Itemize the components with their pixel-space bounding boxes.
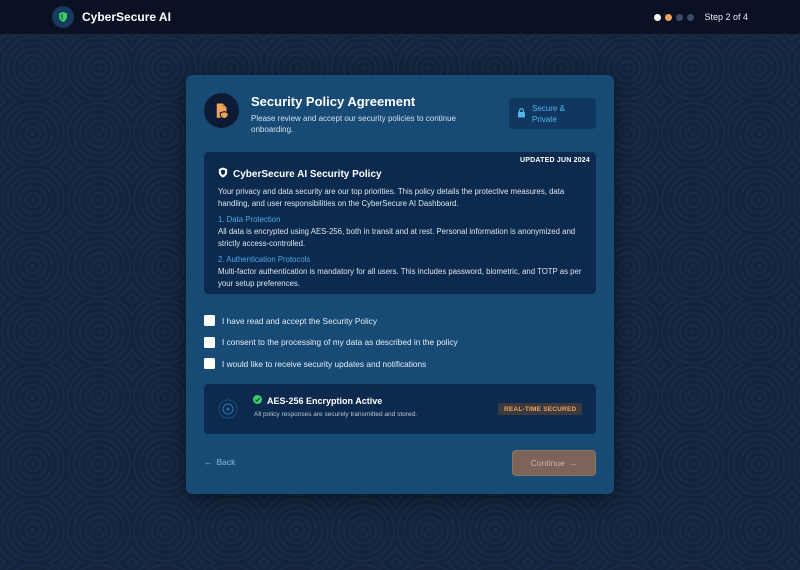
policy-section-heading: 1. Data Protection	[218, 215, 281, 224]
arrow-right-icon: →	[568, 458, 578, 468]
continue-label: Continue	[530, 458, 565, 468]
page-subtitle: Please review and accept our security po…	[251, 114, 456, 134]
step-text: Step 2 of 4	[704, 12, 748, 22]
page-title: Security Policy Agreement	[251, 94, 416, 109]
checkbox-label[interactable]: I would like to receive security updates…	[222, 359, 426, 369]
realtime-secured-badge: REAL-TIME SECURED	[498, 403, 583, 415]
shield-logo-icon	[52, 6, 74, 28]
secure-badge-label: Secure & Private	[532, 103, 565, 124]
policy-intro: Your privacy and data security are our t…	[218, 187, 565, 208]
step-dot-2	[665, 13, 673, 21]
check-circle-icon	[253, 395, 262, 406]
policy-card: Security Policy Agreement Please review …	[186, 75, 614, 494]
encryption-title: AES-256 Encryption Active	[253, 395, 382, 406]
checkbox-label[interactable]: I have read and accept the Security Poli…	[222, 316, 377, 326]
updated-badge: UPDATED JUN 2024	[520, 157, 590, 164]
consent-data-checkbox-row[interactable]: I consent to the processing of my data a…	[204, 332, 458, 354]
app-title: CyberSecure AI	[82, 10, 171, 24]
consent-data-checkbox[interactable]	[204, 336, 215, 348]
arrow-left-icon: ←	[204, 457, 213, 467]
encryption-title-text: AES-256 Encryption Active	[267, 395, 383, 406]
document-shield-icon	[204, 93, 239, 128]
encryption-subtitle: All policy responses are securely transm…	[254, 411, 417, 418]
continue-button[interactable]: Continue →	[512, 450, 596, 476]
step-dot-3	[676, 13, 684, 21]
policy-section-heading: 2. Authentication Protocols	[218, 255, 311, 264]
consent-checkboxes: I have read and accept the Security Poli…	[204, 310, 458, 375]
policy-scroll-panel[interactable]: UPDATED JUN 2024 CyberSecure AI Security…	[204, 152, 596, 294]
step-progress: Step 2 of 4	[654, 12, 748, 22]
policy-section-body: Multi-factor authentication is mandatory…	[218, 267, 582, 288]
secure-private-badge: Secure & Private	[509, 98, 596, 129]
checkbox-label[interactable]: I consent to the processing of my data a…	[222, 337, 458, 347]
top-bar: CyberSecure AI Step 2 of 4	[0, 0, 800, 35]
back-label: Back	[216, 457, 236, 467]
back-button[interactable]: ← Back	[204, 457, 235, 467]
step-dot-1	[654, 13, 662, 21]
scan-icon	[218, 399, 238, 419]
policy-body: Your privacy and data security are our t…	[218, 186, 584, 294]
updates-checkbox-row[interactable]: I would like to receive security updates…	[204, 353, 458, 375]
policy-section-body: All data is encrypted using AES-256, bot…	[218, 227, 576, 248]
accept-policy-checkbox-row[interactable]: I have read and accept the Security Poli…	[204, 310, 458, 332]
accept-policy-checkbox[interactable]	[204, 315, 215, 327]
encryption-status-panel: AES-256 Encryption Active All policy res…	[204, 384, 596, 434]
step-dot-4	[687, 13, 695, 21]
shield-icon	[218, 167, 228, 181]
policy-title: CyberSecure AI Security Policy	[233, 168, 382, 180]
policy-heading: CyberSecure AI Security Policy	[218, 167, 382, 181]
updates-checkbox[interactable]	[204, 358, 215, 370]
lock-icon	[517, 105, 526, 123]
